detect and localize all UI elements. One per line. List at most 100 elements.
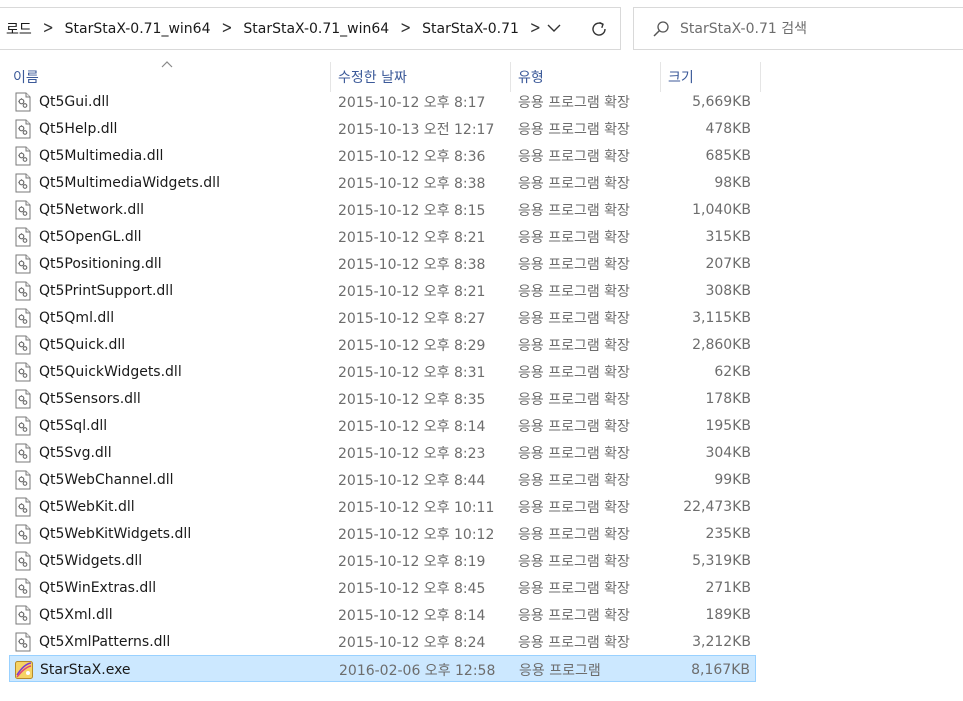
file-size: 195KB xyxy=(705,417,751,434)
file-name: Qt5Quick.dll xyxy=(39,336,126,353)
file-date-modified: 2015-10-12 오후 10:11 xyxy=(338,499,495,516)
file-row[interactable]: Qt5Multimedia.dll 2015-10-12 오후 8:36 응용 프로… xyxy=(9,142,756,169)
file-name: Qt5Sql.dll xyxy=(39,417,108,434)
dll-file-icon xyxy=(15,92,31,112)
file-date-modified: 2015-10-12 오후 8:29 xyxy=(338,337,486,354)
chevron-right-icon[interactable]: > xyxy=(217,19,236,39)
address-bar[interactable]: 로드 > StarStaX-0.71_win64 > StarStaX-0.71… xyxy=(0,7,621,50)
dll-file-icon xyxy=(15,470,31,490)
breadcrumb-item[interactable]: StarStaX-0.71 xyxy=(415,21,526,37)
file-type: 응용 프로그램 확장 xyxy=(518,283,630,300)
file-type: 응용 프로그램 확장 xyxy=(518,175,630,192)
file-size: 685KB xyxy=(705,147,751,164)
file-date-modified: 2015-10-13 오전 12:17 xyxy=(338,121,495,138)
file-name: Qt5MultimediaWidgets.dll xyxy=(39,174,220,191)
file-date-modified: 2015-10-12 오후 8:44 xyxy=(338,472,486,489)
file-size: 1,040KB xyxy=(692,201,751,218)
file-date-modified: 2015-10-12 오후 8:17 xyxy=(338,94,486,111)
file-type: 응용 프로그램 확장 xyxy=(518,445,630,462)
file-row[interactable]: Qt5Qml.dll 2015-10-12 오후 8:27 응용 프로그램 확장 3,… xyxy=(9,304,756,331)
file-row[interactable]: Qt5Network.dll 2015-10-12 오후 8:15 응용 프로그램 … xyxy=(9,196,756,223)
file-date-modified: 2015-10-12 오후 8:21 xyxy=(338,229,486,246)
file-type: 응용 프로그램 확장 xyxy=(518,391,630,408)
file-row[interactable]: Qt5WebKit.dll 2015-10-12 오후 10:11 응용 프로그램 … xyxy=(9,493,756,520)
file-row[interactable]: Qt5WebChannel.dll 2015-10-12 오후 8:44 응용 프로… xyxy=(9,466,756,493)
file-name: Qt5Sensors.dll xyxy=(39,390,141,407)
breadcrumb: 로드 > StarStaX-0.71_win64 > StarStaX-0.71… xyxy=(0,8,545,49)
file-name: Qt5WebKitWidgets.dll xyxy=(39,525,192,542)
file-date-modified: 2015-10-12 오후 8:27 xyxy=(338,310,486,327)
file-row[interactable]: Qt5WinExtras.dll 2015-10-12 오후 8:45 응용 프로그… xyxy=(9,574,756,601)
file-size: 5,319KB xyxy=(692,552,751,569)
address-history-button[interactable] xyxy=(537,8,571,49)
file-name: Qt5Gui.dll xyxy=(39,93,110,110)
dll-file-icon xyxy=(15,173,31,193)
file-row[interactable]: Qt5Widgets.dll 2015-10-12 오후 8:19 응용 프로그램 … xyxy=(9,547,756,574)
file-size: 22,473KB xyxy=(683,498,751,515)
file-row[interactable]: Qt5OpenGL.dll 2015-10-12 오후 8:21 응용 프로그램 확… xyxy=(9,223,756,250)
file-type: 응용 프로그램 확장 xyxy=(518,526,630,543)
file-row[interactable]: Qt5QuickWidgets.dll 2015-10-12 오후 8:31 응용 … xyxy=(9,358,756,385)
file-name: Qt5WebKit.dll xyxy=(39,498,135,515)
search-icon xyxy=(642,8,680,49)
file-date-modified: 2015-10-12 오후 8:19 xyxy=(338,553,486,570)
file-type: 응용 프로그램 확장 xyxy=(518,580,630,597)
file-row[interactable]: Qt5MultimediaWidgets.dll 2015-10-12 오후 8:… xyxy=(9,169,756,196)
file-size: 478KB xyxy=(705,120,751,137)
chevron-right-icon[interactable]: > xyxy=(39,19,58,39)
file-name: Qt5WebChannel.dll xyxy=(39,471,174,488)
file-size: 304KB xyxy=(705,444,751,461)
file-date-modified: 2015-10-12 오후 8:21 xyxy=(338,283,486,300)
file-date-modified: 2015-10-12 오후 8:14 xyxy=(338,418,486,435)
dll-file-icon xyxy=(15,308,31,328)
file-name: Qt5OpenGL.dll xyxy=(39,228,142,245)
file-size: 178KB xyxy=(705,390,751,407)
file-date-modified: 2015-10-12 오후 8:38 xyxy=(338,175,486,192)
refresh-icon xyxy=(592,21,606,36)
breadcrumb-item[interactable]: StarStaX-0.71_win64 xyxy=(236,21,396,37)
starstax-app-icon xyxy=(15,661,33,679)
file-type: 응용 프로그램 확장 xyxy=(518,256,630,273)
file-row[interactable]: Qt5Svg.dll 2015-10-12 오후 8:23 응용 프로그램 확장 30… xyxy=(9,439,756,466)
file-row[interactable]: Qt5Help.dll 2015-10-13 오전 12:17 응용 프로그램 확장… xyxy=(9,115,756,142)
dll-file-icon xyxy=(15,605,31,625)
refresh-button[interactable] xyxy=(582,8,616,49)
sort-ascending-icon xyxy=(161,61,173,68)
file-row[interactable]: Qt5PrintSupport.dll 2015-10-12 오후 8:21 응용 … xyxy=(9,277,756,304)
file-size: 8,167KB xyxy=(691,661,750,678)
breadcrumb-item[interactable]: 로드 xyxy=(0,19,39,39)
file-row[interactable]: Qt5Sql.dll 2015-10-12 오후 8:14 응용 프로그램 확장 19… xyxy=(9,412,756,439)
dll-file-icon xyxy=(15,119,31,139)
file-type: 응용 프로그램 확장 xyxy=(518,148,630,165)
file-name: Qt5Svg.dll xyxy=(39,444,112,461)
file-size: 3,212KB xyxy=(692,633,751,650)
file-type: 응용 프로그램 확장 xyxy=(518,121,630,138)
file-size: 62KB xyxy=(714,363,751,380)
file-row[interactable]: Qt5WebKitWidgets.dll 2015-10-12 오후 10:12 응… xyxy=(9,520,756,547)
file-type: 응용 프로그램 xyxy=(519,662,601,679)
file-size: 3,115KB xyxy=(692,309,751,326)
file-row[interactable]: Qt5Positioning.dll 2015-10-12 오후 8:38 응용 프… xyxy=(9,250,756,277)
file-row[interactable]: Qt5XmlPatterns.dll 2015-10-12 오후 8:24 응용 프… xyxy=(9,628,756,655)
breadcrumb-item[interactable]: StarStaX-0.71_win64 xyxy=(58,21,218,37)
file-name: Qt5Network.dll xyxy=(39,201,144,218)
file-row[interactable]: Qt5Quick.dll 2015-10-12 오후 8:29 응용 프로그램 확장… xyxy=(9,331,756,358)
dll-file-icon xyxy=(15,146,31,166)
file-date-modified: 2015-10-12 오후 8:45 xyxy=(338,580,486,597)
dll-file-icon xyxy=(15,389,31,409)
file-row[interactable]: Qt5Sensors.dll 2015-10-12 오후 8:35 응용 프로그램 … xyxy=(9,385,756,412)
dll-file-icon xyxy=(15,632,31,652)
file-row[interactable]: Qt5Xml.dll 2015-10-12 오후 8:14 응용 프로그램 확장 18… xyxy=(9,601,756,628)
column-divider[interactable] xyxy=(760,62,761,92)
file-row[interactable]: Qt5Gui.dll 2015-10-12 오후 8:17 응용 프로그램 확장 5,… xyxy=(9,88,756,115)
search-input[interactable] xyxy=(680,20,930,37)
file-name: StarStaX.exe xyxy=(40,661,131,678)
dll-file-icon xyxy=(15,578,31,598)
file-row[interactable]: StarStaX.exe 2016-02-06 오후 12:58 응용 프로그램 8,… xyxy=(9,655,756,682)
file-date-modified: 2015-10-12 오후 10:12 xyxy=(338,526,495,543)
search-box[interactable] xyxy=(633,7,963,50)
file-size: 99KB xyxy=(714,471,751,488)
chevron-right-icon[interactable]: > xyxy=(396,19,415,39)
file-type: 응용 프로그램 확장 xyxy=(518,310,630,327)
dll-file-icon xyxy=(15,416,31,436)
